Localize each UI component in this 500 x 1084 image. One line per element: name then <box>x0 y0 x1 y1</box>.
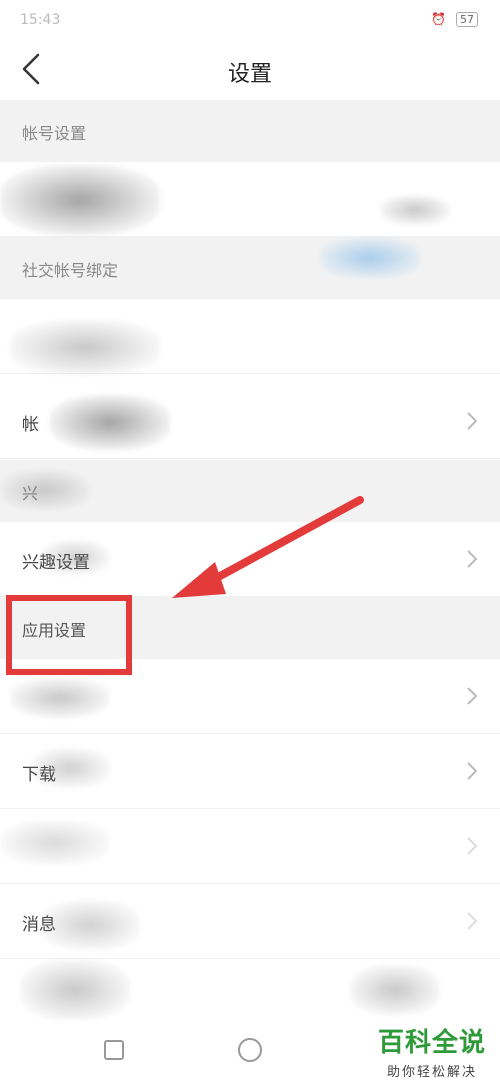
redaction-smudge <box>40 900 140 950</box>
redaction-smudge <box>40 540 110 575</box>
status-bar: 15:43 ⏰ 57 <box>0 0 500 40</box>
chevron-right-icon <box>467 912 478 930</box>
redaction-smudge <box>0 470 90 510</box>
redaction-smudge <box>50 395 170 450</box>
section-header-social: 社交帐号绑定 <box>0 237 500 299</box>
watermark-logo: 百科全说 助你轻松解决 <box>378 1022 486 1080</box>
redaction-smudge <box>380 195 450 225</box>
chevron-right-icon <box>467 762 478 780</box>
watermark-subtitle: 助你轻松解决 <box>386 1065 477 1080</box>
home-icon[interactable] <box>238 1038 262 1062</box>
nav-bar: 设置 <box>0 40 500 98</box>
redaction-smudge <box>320 238 420 278</box>
chevron-right-icon <box>467 837 478 855</box>
redaction-smudge <box>0 820 110 865</box>
highlight-box <box>6 595 132 675</box>
redaction-smudge <box>10 678 110 718</box>
alarm-icon: ⏰ <box>431 12 447 26</box>
redaction-smudge <box>10 320 160 375</box>
item-label: 帐 <box>22 415 39 435</box>
status-time: 15:43 <box>20 12 61 28</box>
section-header-account: 帐号设置 <box>0 100 500 162</box>
status-icons: ⏰ 57 <box>431 12 478 27</box>
redaction-smudge <box>350 965 440 1015</box>
watermark-title: 百科全说 <box>377 1028 486 1058</box>
redaction-smudge <box>30 748 110 788</box>
page-title: 设置 <box>227 62 272 87</box>
section-label: 帐号设置 <box>22 124 87 143</box>
redaction-smudge <box>0 165 160 235</box>
recent-apps-icon[interactable] <box>104 1040 124 1060</box>
section-label: 社交帐号绑定 <box>22 261 119 280</box>
chevron-right-icon <box>467 687 478 705</box>
chevron-right-icon <box>467 550 478 568</box>
annotation-arrow-icon <box>172 496 364 598</box>
battery-icon: 57 <box>456 12 478 27</box>
redaction-smudge <box>20 960 130 1020</box>
chevron-right-icon <box>467 412 478 430</box>
